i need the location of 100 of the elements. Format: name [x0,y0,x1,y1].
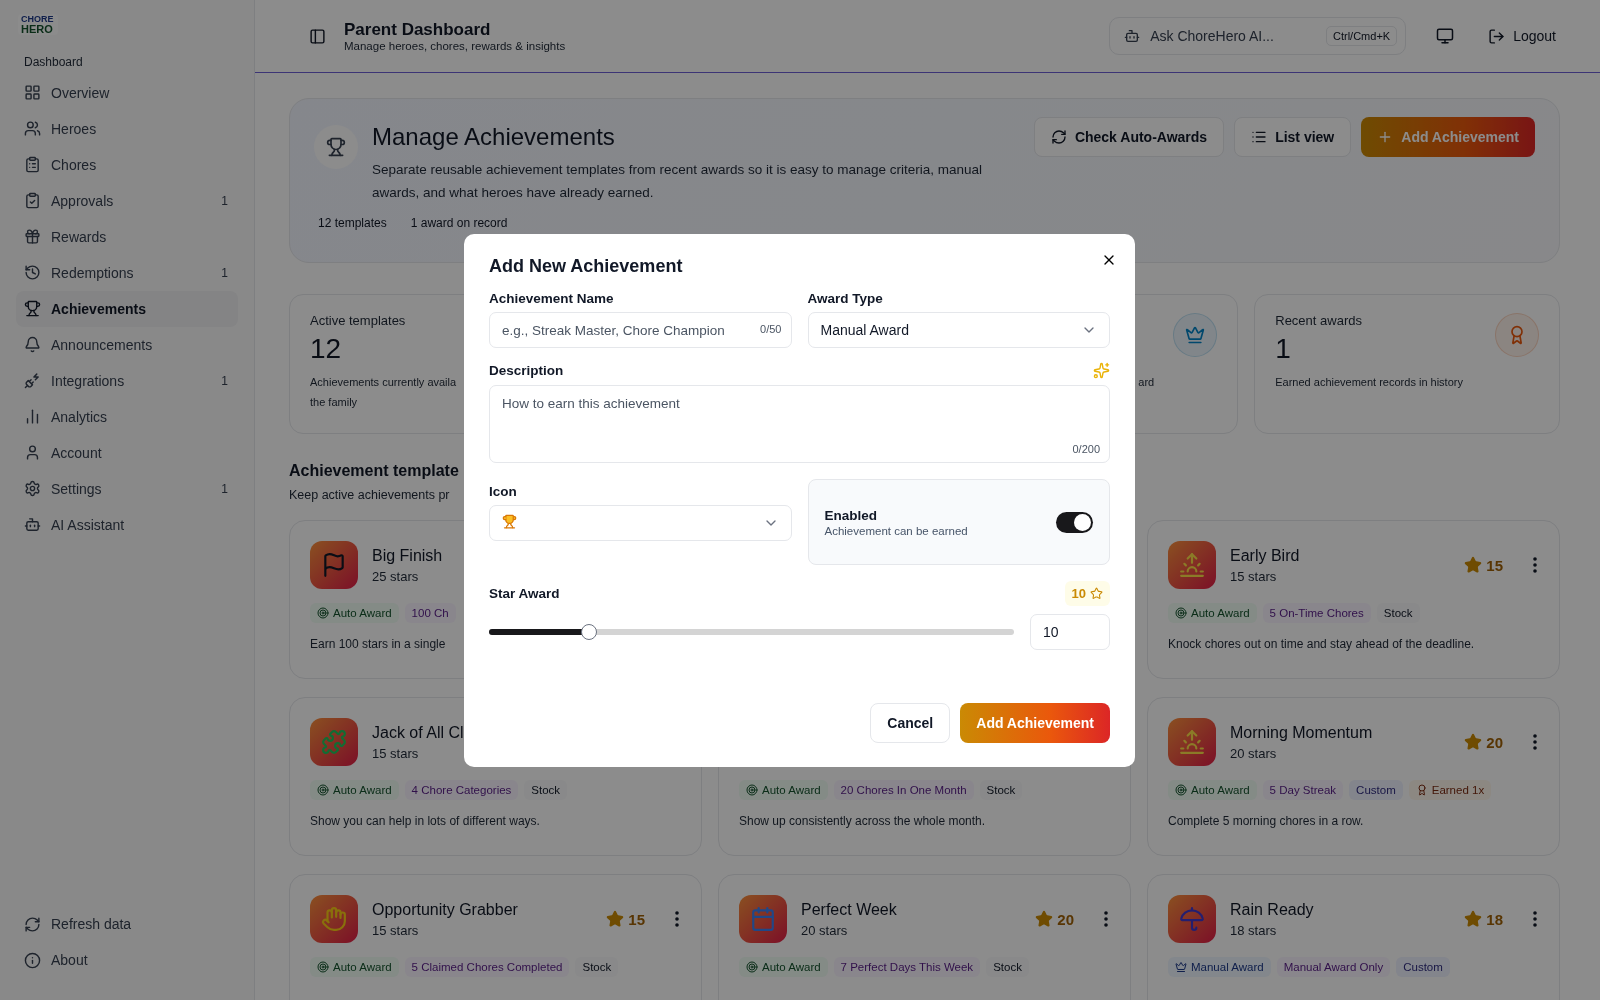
character-counter: 0/50 [760,323,782,335]
tag: 5 Claimed Chores Completed [404,957,570,977]
sidebar-item[interactable]: About [16,942,238,978]
crown-icon [1175,961,1187,973]
sidebar-item[interactable]: Account [16,435,238,471]
refresh-icon [24,915,41,933]
award-type-select[interactable]: Manual Award [807,312,1110,348]
achievement-stars: 15 stars [372,922,419,938]
star-icon [1464,910,1483,928]
star-number-field[interactable]: 10 [1030,614,1110,650]
tag: Earned 1x [1408,780,1492,800]
ask-ai-button[interactable]: Ask ChoreHero AI... Ctrl/Cmd+K [1109,17,1407,55]
star-icon [1090,587,1103,600]
tag: Manual Award [1168,957,1271,977]
section-label: Dashboard [24,55,84,69]
shortcut-hint: Ctrl/Cmd+K [1326,26,1398,46]
umbrella-icon [1179,906,1205,932]
more-menu-button[interactable] [1102,909,1110,929]
person-icon [24,444,41,462]
count-label: 1 [221,266,228,280]
refresh-icon [1050,129,1067,145]
toggle-switch[interactable] [1056,511,1093,533]
achievement-description: Knock chores out on time and stay ahead of the deadline. [1168,637,1475,651]
sidebar-item[interactable]: Settings 1 [16,471,238,507]
cancel-button[interactable]: Cancel [870,703,951,743]
more-menu-button[interactable] [1531,732,1539,752]
section-title: Manage Achievements [372,122,616,151]
tag: Auto Award [1168,603,1257,623]
field-label: Icon [489,484,518,499]
count-label: 1 [221,374,228,388]
tag: Custom [1396,957,1450,977]
vertical-dots-icon [1533,911,1537,927]
star-icon [606,910,625,928]
sidebar-item[interactable]: Achievements [16,291,238,327]
achievement-stars: 25 stars [372,568,419,584]
sidebar-item[interactable]: Chores [16,147,238,183]
star-value: 20 [1057,910,1074,928]
sidebar-icon [309,27,326,45]
achievement-description: Complete 5 morning chores in a row. [1168,814,1364,828]
hands-icon [321,906,347,932]
character-counter: 0/200 [1072,443,1100,455]
star-value: 18 [1486,910,1503,928]
clipboard-icon [24,156,41,174]
tag: Auto Award [1168,780,1257,800]
sunrise-icon [1179,729,1205,755]
sidebar-item[interactable]: Announcements [16,327,238,363]
more-menu-button[interactable] [1531,555,1539,575]
action-button[interactable]: List view [1234,117,1352,157]
sidebar-item[interactable]: Approvals 1 [16,183,238,219]
sidebar-item[interactable]: Integrations 1 [16,363,238,399]
field-label: Award Type [807,291,884,306]
bell-icon [24,336,41,354]
tag: Custom [1349,780,1403,800]
monitor-icon [1436,27,1455,45]
submit-button[interactable]: Add Achievement [960,703,1110,743]
calendar-icon [750,906,776,932]
sidebar-item[interactable]: Refresh data [16,906,238,942]
vertical-dots-icon [1533,557,1537,573]
slider-thumb[interactable] [580,624,597,640]
sidebar-item[interactable]: Redemptions 1 [16,255,238,291]
sidebar-item[interactable]: Heroes [16,111,238,147]
action-button[interactable]: Check Auto-Awards [1033,117,1225,157]
vertical-dots-icon [675,911,679,927]
settings-icon [24,480,41,498]
tag: Auto Award [310,780,399,800]
tag: 5 Day Streak [1262,780,1344,800]
sidebar-item[interactable]: Analytics [16,399,238,435]
stat-description: ard [1138,375,1155,390]
field-label: Description [489,363,564,378]
tag: 20 Chores In One Month [833,780,974,800]
stat-label: Active templates [310,313,406,329]
trophy-icon [314,125,358,169]
count-label: 1 [221,482,228,496]
section-heading: Achievement template [289,462,460,480]
more-menu-button[interactable] [1531,909,1539,929]
star-value: 15 [1486,556,1503,574]
achievement-stars: 18 stars [1230,922,1277,938]
more-menu-button[interactable] [673,909,681,929]
logout-button[interactable]: Logout [1484,23,1560,49]
gift-icon [24,228,41,246]
achievement-title: Early Bird [1230,546,1301,565]
sidebar-item[interactable]: Rewards [16,219,238,255]
count-label: 1 award on record [410,216,508,230]
slider-track[interactable] [489,629,1014,635]
tag: 4 Chore Categories [404,780,519,800]
sidebar-item[interactable]: AI Assistant [16,507,238,543]
achievement-stars: 15 stars [372,745,419,761]
sidebar-item[interactable]: Overview [16,75,238,111]
star-value: 15 [628,910,645,928]
target-icon [317,961,329,973]
page-title: Parent Dashboard [344,20,492,40]
dialog-title: Add New Achievement [489,256,684,277]
trophy-icon [502,514,517,529]
logout-icon [1488,27,1506,45]
target-icon [746,961,758,973]
action-button[interactable]: Add Achievement [1361,117,1535,157]
achievement-description: Earn 100 stars in a single [310,637,446,651]
tag: 5 On-Time Chores [1262,603,1371,623]
puzzle-icon [321,729,347,755]
vertical-dots-icon [1104,911,1108,927]
